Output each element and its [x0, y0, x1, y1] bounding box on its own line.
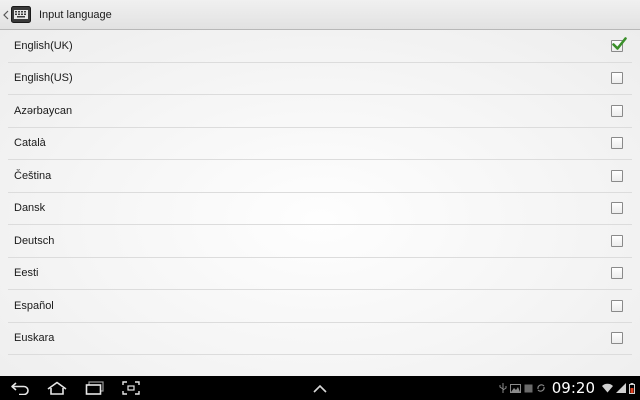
nav-expand-button[interactable]: [310, 376, 330, 400]
language-label: Deutsch: [14, 234, 55, 247]
language-label: English(US): [14, 72, 73, 85]
language-label: English(UK): [14, 39, 73, 52]
language-checkbox[interactable]: [611, 169, 623, 182]
signal-icon: [616, 383, 626, 393]
status-area[interactable]: 09:20: [496, 376, 640, 400]
language-checkbox[interactable]: [611, 104, 623, 117]
language-row-english-us[interactable]: English(US): [8, 63, 632, 95]
checkmark-icon: [612, 36, 627, 50]
language-list: English(UK) English(US) Azərbaycan Catal…: [0, 30, 640, 355]
language-label: Català: [14, 137, 46, 150]
page-title: Input language: [39, 8, 112, 21]
nav-back-button[interactable]: [8, 376, 34, 400]
clock: 09:20: [551, 379, 595, 397]
language-checkbox[interactable]: [611, 299, 623, 312]
system-navigation-bar: 09:20: [0, 376, 640, 400]
language-label: Euskara: [14, 332, 55, 345]
wifi-icon: [602, 383, 613, 393]
notification-icon: [524, 384, 533, 393]
language-checkbox[interactable]: [611, 72, 623, 85]
back-button[interactable]: [1, 0, 10, 30]
language-label: Español: [14, 299, 54, 312]
language-checkbox[interactable]: [611, 137, 623, 150]
keyboard-icon: [11, 6, 31, 24]
language-label: Azərbaycan: [14, 104, 73, 117]
language-label: Eesti: [14, 267, 39, 280]
language-checkbox[interactable]: [611, 202, 623, 215]
language-row-dansk[interactable]: Dansk: [8, 193, 632, 225]
battery-icon: [629, 382, 635, 394]
back-icon: [11, 382, 29, 395]
home-icon: [47, 381, 67, 395]
language-checkbox[interactable]: [611, 234, 623, 247]
language-checkbox[interactable]: [611, 267, 623, 280]
usb-icon: [499, 382, 507, 394]
language-row-espanol[interactable]: Español: [8, 290, 632, 323]
language-checkbox-checked[interactable]: [611, 36, 627, 52]
language-row-catala[interactable]: Català: [8, 128, 632, 160]
nav-home-button[interactable]: [44, 376, 70, 400]
language-checkbox[interactable]: [611, 332, 623, 345]
language-row-azerbaycan[interactable]: Azərbaycan: [8, 95, 632, 128]
language-row-deutsch[interactable]: Deutsch: [8, 225, 632, 258]
gallery-icon: [509, 383, 521, 393]
nav-recent-apps-button[interactable]: [82, 376, 108, 400]
screenshot-icon: [122, 381, 140, 395]
recent-apps-icon: [85, 381, 104, 395]
language-row-cestina[interactable]: Čeština: [8, 160, 632, 193]
language-label: Čeština: [14, 169, 52, 182]
language-list-panel[interactable]: English(UK) English(US) Azərbaycan Catal…: [0, 30, 640, 376]
language-label: Dansk: [14, 202, 46, 215]
title-bar: Input language: [0, 0, 640, 30]
language-row-euskara[interactable]: Euskara: [8, 323, 632, 355]
nav-screenshot-button[interactable]: [120, 376, 142, 400]
language-row-english-uk[interactable]: English(UK): [8, 30, 632, 63]
chevron-left-icon: [2, 10, 8, 19]
sync-icon: [536, 383, 546, 393]
language-row-eesti[interactable]: Eesti: [8, 258, 632, 290]
chevron-up-icon: [313, 384, 327, 393]
